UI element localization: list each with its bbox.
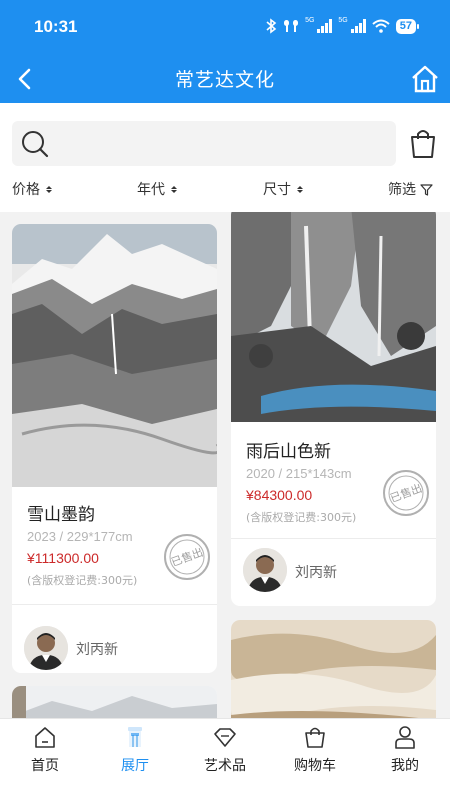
artwork-image [12,224,217,487]
artwork-image [231,212,436,422]
filter-price-label: 价格 [12,182,40,198]
artwork-name: 雨后山色新 [246,442,331,462]
search-area [0,103,450,175]
app-header: 常艺达文化 [0,55,450,103]
artist-name: 刘丙新 [295,565,337,581]
filter-size[interactable]: 尺寸 [263,179,303,199]
sort-icon [46,185,52,193]
nav-artworks[interactable]: 艺术品 [180,719,270,800]
nav-gallery[interactable]: 展厅 [90,719,180,800]
card-divider [12,604,217,605]
nav-artworks-label: 艺术品 [204,758,246,774]
earbuds-icon [284,20,299,32]
search-icon [22,131,49,158]
artwork-image [12,686,217,718]
battery-indicator: 57 [395,18,420,34]
artwork-meta: 2023 / 229*177cm [27,529,133,544]
artwork-grid: 雪山墨韵 2023 / 229*177cm ¥111300.00 (含版权登记费… [0,212,450,718]
bluetooth-icon [266,18,277,34]
artwork-fee: (含版权登记费:300元) [246,511,357,524]
nav-cart[interactable]: 购物车 [270,719,360,800]
user-icon [395,726,415,749]
filter-size-label: 尺寸 [263,182,291,198]
page-title: 常艺达文化 [174,69,275,91]
sold-stamp-text: 已售出 [169,545,205,569]
avatar [24,626,68,670]
artwork-card[interactable] [231,620,436,718]
artwork-card[interactable] [12,686,217,718]
filter-bar: 价格 年代 尺寸 筛选 [0,175,450,212]
artwork-card[interactable]: 雨后山色新 2020 / 215*143cm ¥84300.00 (含版权登记费… [231,212,436,606]
sold-stamp-icon: 已售出 [383,470,429,516]
shopping-bag-icon[interactable] [408,127,438,159]
gallery-icon [128,727,142,747]
search-input[interactable] [60,121,380,166]
filter-screen-label: 筛选 [388,182,416,198]
filter-year[interactable]: 年代 [137,179,177,199]
sold-stamp-text: 已售出 [388,481,424,505]
sort-icon [297,185,303,193]
artwork-price: ¥111300.00 [27,550,99,566]
artwork-price: ¥84300.00 [246,487,313,503]
signal-tag-2: 5G [338,16,348,24]
search-box[interactable] [12,121,396,166]
nav-gallery-label: 展厅 [121,758,149,774]
nav-home[interactable]: 首页 [0,719,90,800]
status-icons: 5G 5G 57 [265,16,420,34]
artist-name: 刘丙新 [76,642,118,658]
bottom-nav: 首页 展厅 艺术品 购物车 我的 [0,718,450,800]
filter-price[interactable]: 价格 [12,179,52,199]
nav-profile-label: 我的 [391,758,419,774]
status-time: 10:31 [34,17,78,36]
card-divider [231,538,436,539]
signal-icon [317,19,333,33]
funnel-icon [420,183,433,196]
nav-home-label: 首页 [31,758,59,774]
home-icon [35,727,55,748]
filter-screen[interactable]: 筛选 [388,179,433,199]
artwork-name: 雪山墨韵 [27,505,95,525]
cart-icon [305,727,325,748]
artwork-meta: 2020 / 215*143cm [246,466,352,481]
avatar [243,548,287,592]
diamond-icon [214,728,236,747]
artwork-card[interactable]: 雪山墨韵 2023 / 229*177cm ¥111300.00 (含版权登记费… [12,224,217,673]
sold-stamp-icon: 已售出 [164,534,210,580]
status-bar: 10:31 5G 5G 57 [0,0,450,55]
nav-cart-label: 购物车 [294,758,336,774]
signal-tag: 5G [305,16,315,24]
artwork-fee: (含版权登记费:300元) [27,574,138,587]
signal-icon-2 [350,19,366,33]
nav-profile[interactable]: 我的 [360,719,450,800]
filter-year-label: 年代 [137,182,165,198]
home-icon[interactable] [410,64,440,94]
artwork-image [231,620,436,718]
wifi-icon [372,19,390,33]
sort-icon [171,185,177,193]
